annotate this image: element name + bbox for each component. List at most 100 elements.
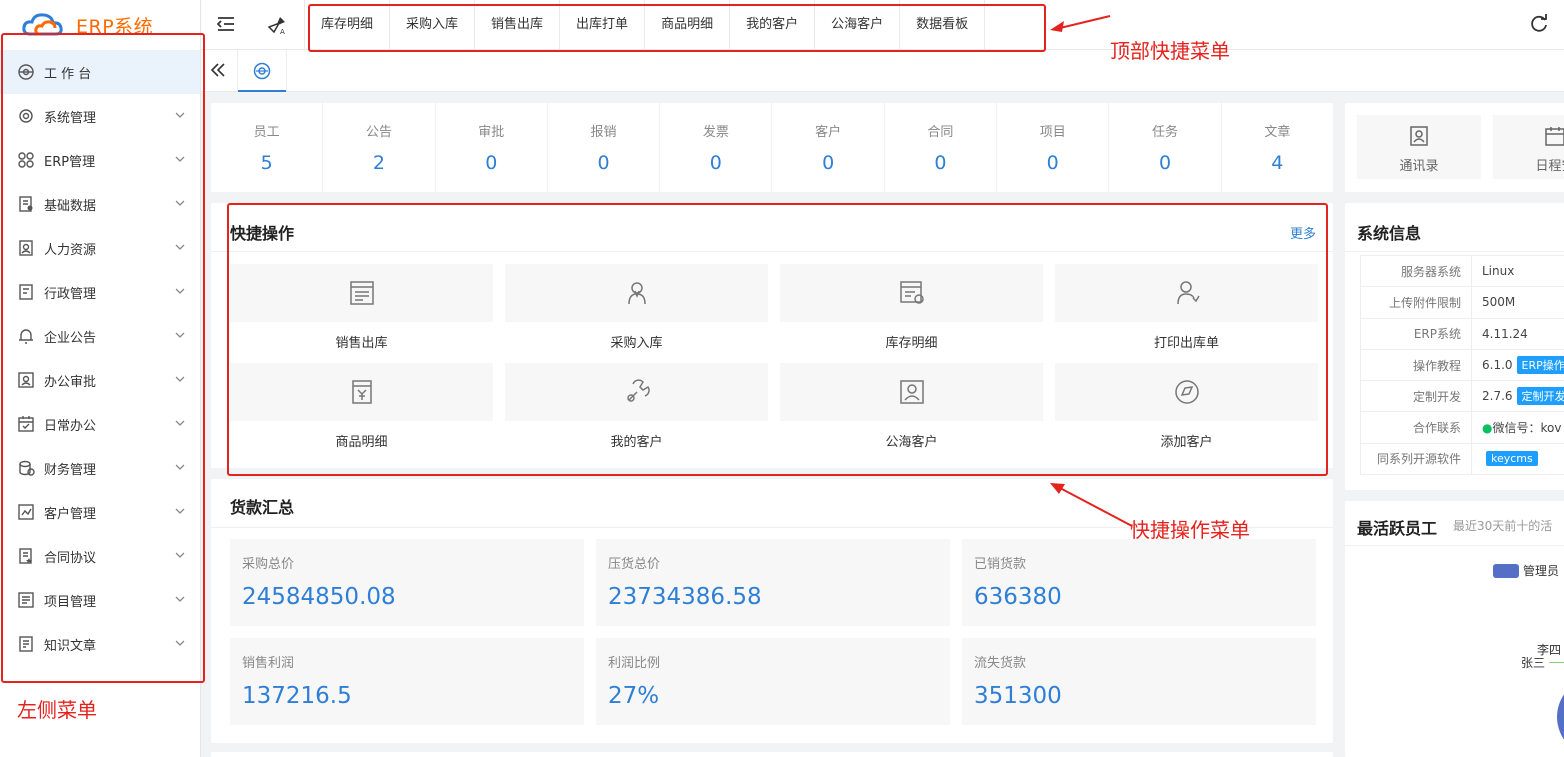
system-info-row: ERP系统 4.11.24 bbox=[1360, 317, 1564, 350]
system-info-key: 同系列开源软件 bbox=[1360, 442, 1472, 476]
schedule-icon bbox=[1545, 127, 1564, 146]
contacts-icon bbox=[1410, 126, 1428, 146]
system-info-value: 6.1.0 bbox=[1482, 358, 1513, 373]
pie-slice[interactable] bbox=[1557, 677, 1564, 757]
menu-toggle-icon[interactable] bbox=[217, 16, 235, 32]
summary-value: 351300 bbox=[974, 683, 1062, 709]
chart-name-label: 张三 bbox=[1521, 656, 1546, 670]
wechat-icon: ● bbox=[1482, 421, 1493, 436]
schedule-button[interactable]: 日程安 bbox=[1493, 115, 1564, 179]
summary-label: 流失货款 bbox=[974, 656, 1027, 671]
system-info-key: 合作联系 bbox=[1360, 411, 1472, 444]
system-info-value-cell: keycms bbox=[1471, 442, 1564, 476]
summary-value: 137216.5 bbox=[242, 683, 352, 709]
tab-dashboard-home[interactable] bbox=[237, 50, 287, 92]
stat-label: 文章 bbox=[1264, 125, 1291, 140]
system-info-value-cell: 500M bbox=[1471, 286, 1564, 319]
stat-item[interactable]: 发票 0 bbox=[660, 103, 773, 192]
system-info-key: 服务器系统 bbox=[1360, 254, 1472, 288]
stat-item[interactable]: 公告 2 bbox=[323, 103, 436, 192]
annotation-box-quick-menu bbox=[227, 203, 1328, 476]
system-info-key: ERP系统 bbox=[1360, 317, 1472, 350]
summary-value: 23734386.58 bbox=[608, 584, 762, 610]
system-info-value: 2.7.6 bbox=[1482, 389, 1513, 404]
stat-label: 合同 bbox=[927, 125, 954, 140]
svg-text:A: A bbox=[280, 28, 285, 35]
system-info-row: 同系列开源软件 keycms bbox=[1360, 442, 1564, 476]
annotation-top-label: 顶部快捷菜单 bbox=[1110, 39, 1230, 63]
dashboard-tab-icon bbox=[253, 62, 271, 80]
summary-label: 已销货款 bbox=[974, 557, 1027, 572]
contacts-button[interactable]: 通讯录 bbox=[1357, 115, 1481, 179]
tab-bar bbox=[201, 50, 1564, 92]
stat-label: 报销 bbox=[590, 125, 617, 140]
stat-item[interactable]: 员工 5 bbox=[211, 103, 324, 192]
stat-item[interactable]: 合同 0 bbox=[885, 103, 998, 192]
system-info-value-cell: ●微信号：kov bbox=[1471, 411, 1564, 444]
system-info-value-cell: 2.7.6 定制开发 bbox=[1471, 380, 1564, 413]
annotation-quick-label: 快捷操作菜单 bbox=[1130, 518, 1250, 542]
system-info-badge[interactable]: keycms bbox=[1486, 451, 1538, 467]
system-info-badge[interactable]: ERP操作 bbox=[1516, 356, 1564, 375]
summary-item: 压货总价 23734386.58 bbox=[596, 539, 950, 626]
system-info-key: 定制开发 bbox=[1360, 380, 1472, 413]
system-info-value: 500M bbox=[1482, 295, 1516, 310]
system-info-row: 定制开发 2.7.6 定制开发 bbox=[1360, 380, 1564, 413]
system-info-row: 服务器系统 Linux bbox=[1360, 254, 1564, 288]
chart-leader-line bbox=[1549, 662, 1564, 663]
stat-item[interactable]: 审批 0 bbox=[436, 103, 548, 192]
active-employees-title: 最活跃员工 bbox=[1357, 519, 1438, 538]
stat-item[interactable]: 客户 0 bbox=[772, 103, 885, 192]
payment-summary-grid: 采购总价 24584850.08 压货总价 23734386.58 已销货款 636… bbox=[230, 539, 1316, 725]
stat-value: 0 bbox=[709, 152, 722, 174]
stat-item[interactable]: 文章 4 bbox=[1222, 103, 1333, 192]
right-shortcuts-card: 通讯录 日程安 bbox=[1345, 103, 1564, 192]
system-info-value-cell: 6.1.0 ERP操作 bbox=[1471, 348, 1564, 382]
system-info-value: 微信号：kov bbox=[1492, 421, 1562, 436]
active-employees-subtitle: 最近30天前十的活 bbox=[1453, 519, 1553, 533]
summary-item: 流失货款 351300 bbox=[962, 638, 1316, 725]
stat-value: 4 bbox=[1271, 152, 1284, 174]
summary-label: 压货总价 bbox=[608, 557, 661, 572]
stat-item[interactable]: 任务 0 bbox=[1109, 103, 1222, 192]
system-info-value-cell: Linux bbox=[1471, 254, 1564, 288]
system-info-row: 上传附件限制 500M bbox=[1360, 286, 1564, 319]
stats-card: 员工 5 公告 2 审批 0 报销 0 发票 0 客户 0 合同 0 项目 0 任务 0 文章 4 bbox=[211, 103, 1333, 192]
annotation-arrow-quick bbox=[1050, 483, 1133, 527]
system-info-value-cell: 4.11.24 bbox=[1471, 317, 1564, 350]
annotation-box-left-menu bbox=[1, 33, 205, 683]
system-info-card: 系统信息 服务器系统 Linux 上传附件限制 500M ERP系统 4.11.24 操作教… bbox=[1345, 203, 1564, 490]
stat-value: 0 bbox=[597, 152, 610, 174]
system-info-badge[interactable]: 定制开发 bbox=[1516, 387, 1564, 406]
tabs-scroll-left-icon[interactable] bbox=[210, 61, 226, 79]
stat-label: 公告 bbox=[365, 125, 392, 140]
stat-label: 项目 bbox=[1039, 125, 1066, 140]
clear-cache-brush-icon[interactable]: A bbox=[267, 15, 287, 35]
legend-swatch[interactable] bbox=[1493, 564, 1519, 578]
summary-item: 销售利润 137216.5 bbox=[230, 638, 584, 725]
divider bbox=[1345, 251, 1564, 252]
schedule-label: 日程安 bbox=[1535, 159, 1564, 174]
legend-label: 管理员 bbox=[1523, 564, 1560, 578]
stat-value: 0 bbox=[934, 152, 947, 174]
stat-value: 0 bbox=[822, 152, 835, 174]
active-employees-card: 最活跃员工 最近30天前十的活 管理员 李四 张三 bbox=[1345, 501, 1564, 757]
summary-item: 利润比例 27% bbox=[596, 638, 950, 725]
summary-item: 已销货款 636380 bbox=[962, 539, 1316, 626]
payment-summary-title: 货款汇总 bbox=[230, 498, 295, 517]
stat-value: 2 bbox=[372, 152, 385, 174]
annotation-left-label: 左侧菜单 bbox=[17, 698, 97, 722]
summary-label: 销售利润 bbox=[242, 656, 295, 671]
summary-value: 24584850.08 bbox=[242, 584, 396, 610]
annotation-box-top-menu bbox=[308, 4, 1046, 52]
stat-label: 员工 bbox=[253, 125, 280, 140]
stat-value: 5 bbox=[260, 152, 273, 174]
stat-item[interactable]: 报销 0 bbox=[548, 103, 661, 192]
stat-item[interactable]: 项目 0 bbox=[997, 103, 1110, 192]
refresh-icon[interactable] bbox=[1529, 14, 1549, 34]
system-info-title: 系统信息 bbox=[1357, 224, 1422, 243]
stat-value: 0 bbox=[1158, 152, 1172, 174]
stat-label: 发票 bbox=[702, 125, 729, 140]
summary-label: 利润比例 bbox=[608, 656, 661, 671]
stat-label: 任务 bbox=[1152, 125, 1179, 140]
